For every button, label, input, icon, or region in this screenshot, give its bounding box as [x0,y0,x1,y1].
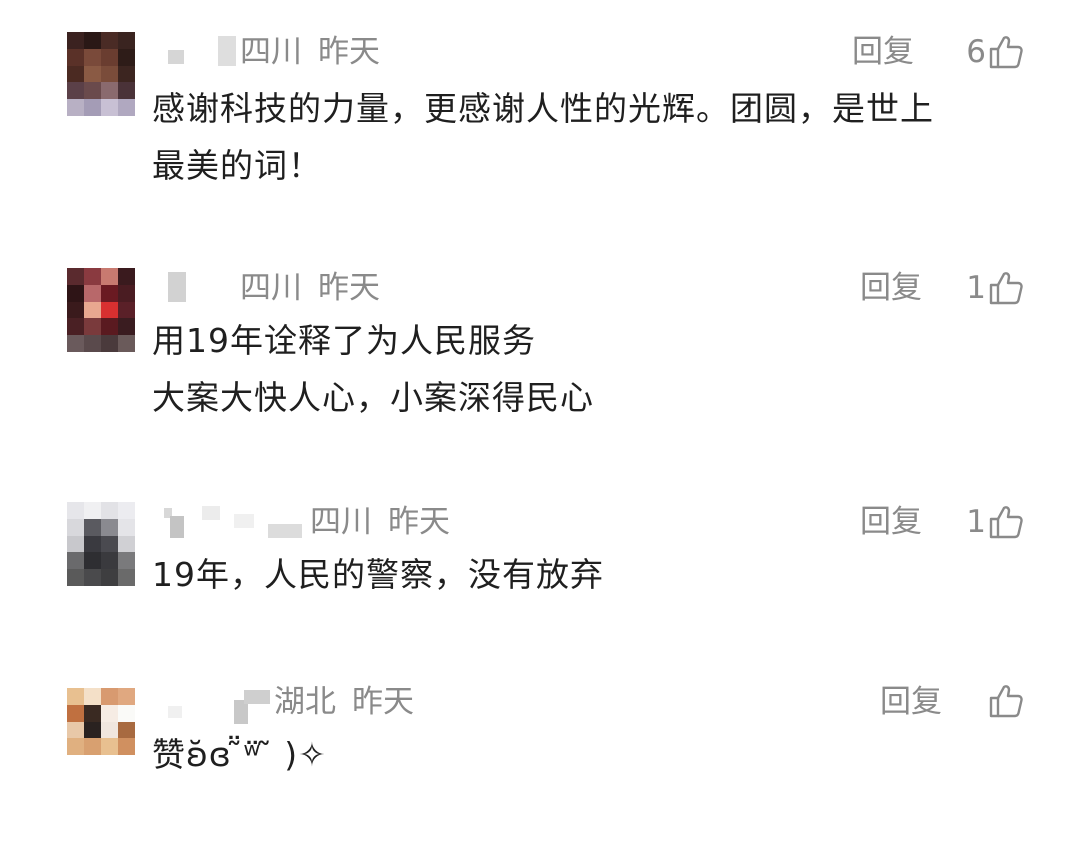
comment-meta: 湖北 昨天 [274,684,414,720]
comment-item: 四川 昨天 回复 1 用19年诠释了为人民服务 大案大快人心，小案深得民心 [0,268,1080,428]
like-count: 1 [966,504,986,540]
like-button[interactable]: 6 [966,34,1024,70]
comment-text: 19年，人民的警察，没有放弃 [152,555,604,594]
time-label: 昨天 [388,504,450,540]
comment-item: 四川 昨天 回复 1 19年，人民的警察，没有放弃 [0,502,1080,602]
like-button[interactable]: 1 [966,270,1024,306]
like-count: 1 [966,270,986,306]
avatar[interactable] [67,688,135,772]
comment-meta: 四川 昨天 [240,34,380,70]
location-label: 四川 [240,34,302,70]
location-label: 湖北 [274,684,336,720]
comment-text: 感谢科技的力量，更感谢人性的光辉。团圆，是世上 最美的词！ [152,89,934,185]
location-label: 四川 [240,270,302,306]
avatar[interactable] [67,502,135,586]
thumbs-up-icon [989,36,1023,69]
username-blurred[interactable] [168,272,198,302]
reply-button[interactable]: 回复 [852,34,914,70]
comment-text: 赞ʚ̆ɞ ̃̈ʷ̈ ̃ )✧ [152,735,327,774]
thumbs-up-icon [989,506,1023,539]
thumbs-up-icon [989,685,1023,718]
comment-item: 湖北 昨天 回复 赞ʚ̆ɞ ̃̈ʷ̈ ̃ )✧ [0,682,1080,782]
username-blurred[interactable] [168,36,238,66]
time-label: 昨天 [318,270,380,306]
reply-button[interactable]: 回复 [880,684,942,720]
like-count: 6 [966,34,986,70]
time-label: 昨天 [352,684,414,720]
username-blurred[interactable] [168,686,272,724]
avatar[interactable] [67,268,135,352]
comment-item: 四川 昨天 回复 6 感谢科技的力量，更感谢人性的光辉。团圆，是世上 最美的词！ [0,32,1080,185]
username-blurred[interactable] [164,506,306,538]
avatar[interactable] [67,32,135,116]
comment-meta: 四川 昨天 [310,504,450,540]
reply-button[interactable]: 回复 [860,504,922,540]
location-label: 四川 [310,504,372,540]
like-button[interactable] [986,684,1024,718]
comment-text: 用19年诠释了为人民服务 大案大快人心，小案深得民心 [152,321,594,417]
thumbs-up-icon [989,272,1023,305]
comment-meta: 四川 昨天 [240,270,380,306]
time-label: 昨天 [318,34,380,70]
reply-button[interactable]: 回复 [860,270,922,306]
like-button[interactable]: 1 [966,504,1024,540]
